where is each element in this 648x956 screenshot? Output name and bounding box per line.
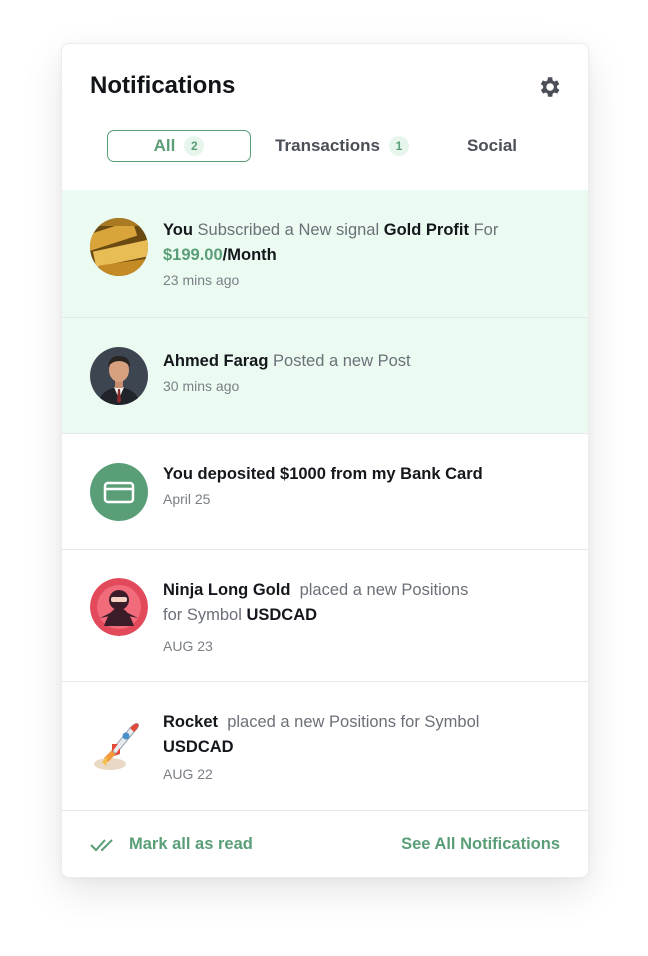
credit-card-icon [90, 463, 148, 521]
gold-bars-avatar [90, 218, 148, 276]
notification-action-2: for Symbol [163, 606, 242, 624]
notification-text: You Subscribed a New signal Gold Profit … [163, 218, 563, 268]
gear-icon[interactable] [536, 74, 562, 100]
notification-action: placed a new Positions for Symbol [227, 713, 480, 731]
notification-text: You deposited $1000 from my Bank Card [163, 462, 563, 487]
notification-target: USDCAD [163, 738, 234, 756]
notification-action: Subscribed a New signal [197, 221, 380, 239]
notification-actor: You deposited $1000 from my Bank Card [163, 465, 483, 483]
tab-transactions[interactable]: Transactions 1 [267, 130, 417, 162]
notification-time: April 25 [163, 491, 211, 507]
mark-all-read-label: Mark all as read [129, 835, 253, 853]
tab-all[interactable]: All 2 [107, 130, 251, 162]
notification-item-post[interactable]: Ahmed Farag Posted a new Post 30 mins ag… [62, 318, 588, 434]
see-all-notifications-link[interactable]: See All Notifications [401, 835, 560, 854]
notification-action: placed a new Positions [299, 581, 469, 599]
notification-actor: Rocket [163, 713, 219, 731]
subscription-period: /Month [222, 246, 277, 264]
notification-time: 23 mins ago [163, 272, 240, 288]
tab-transactions-label: Transactions [275, 136, 380, 155]
notification-actor: Ahmed Farag [163, 352, 269, 370]
tab-social[interactable]: Social [437, 130, 547, 162]
panel-footer: Mark all as read See All Notifications [62, 810, 588, 877]
panel-title: Notifications [90, 72, 236, 99]
notification-action: Posted a new Post [273, 352, 411, 370]
notification-text: Ahmed Farag Posted a new Post [163, 349, 563, 374]
tab-all-count: 2 [184, 136, 205, 156]
notification-action-2: For [473, 221, 499, 239]
notification-item-position[interactable]: Ninja Long Gold placed a new Positions f… [62, 550, 588, 682]
tab-social-label: Social [466, 136, 518, 155]
subscription-price: $199.00 [163, 246, 223, 264]
double-check-icon [90, 838, 113, 851]
notification-time: 30 mins ago [163, 378, 240, 394]
notification-time: AUG 23 [163, 638, 213, 654]
notification-time: AUG 22 [163, 766, 213, 782]
tab-bar: All 2 Transactions 1 Social [107, 130, 567, 164]
notification-item-rocket[interactable]: Rocket placed a new Positions for Symbol… [62, 682, 588, 810]
tab-transactions-count: 1 [388, 136, 409, 156]
notification-item-subscription[interactable]: You Subscribed a New signal Gold Profit … [62, 190, 588, 318]
notification-actor: Ninja Long Gold [163, 581, 291, 599]
notification-target: Gold Profit [383, 221, 469, 239]
notification-text: Ninja Long Gold placed a new Positions f… [163, 578, 563, 628]
rocket-avatar [90, 714, 148, 772]
notification-item-deposit[interactable]: You deposited $1000 from my Bank Card Ap… [62, 434, 588, 550]
tab-all-label: All [153, 136, 176, 155]
notifications-panel: Notifications All 2 Transactions 1 Socia… [61, 43, 589, 878]
notification-text: Rocket placed a new Positions for Symbol… [163, 710, 563, 760]
notification-target: USDCAD [246, 606, 318, 624]
person-avatar [90, 347, 148, 405]
ninja-avatar [90, 578, 148, 636]
notification-actor: You [163, 221, 193, 239]
mark-all-read-button[interactable]: Mark all as read [90, 835, 253, 854]
